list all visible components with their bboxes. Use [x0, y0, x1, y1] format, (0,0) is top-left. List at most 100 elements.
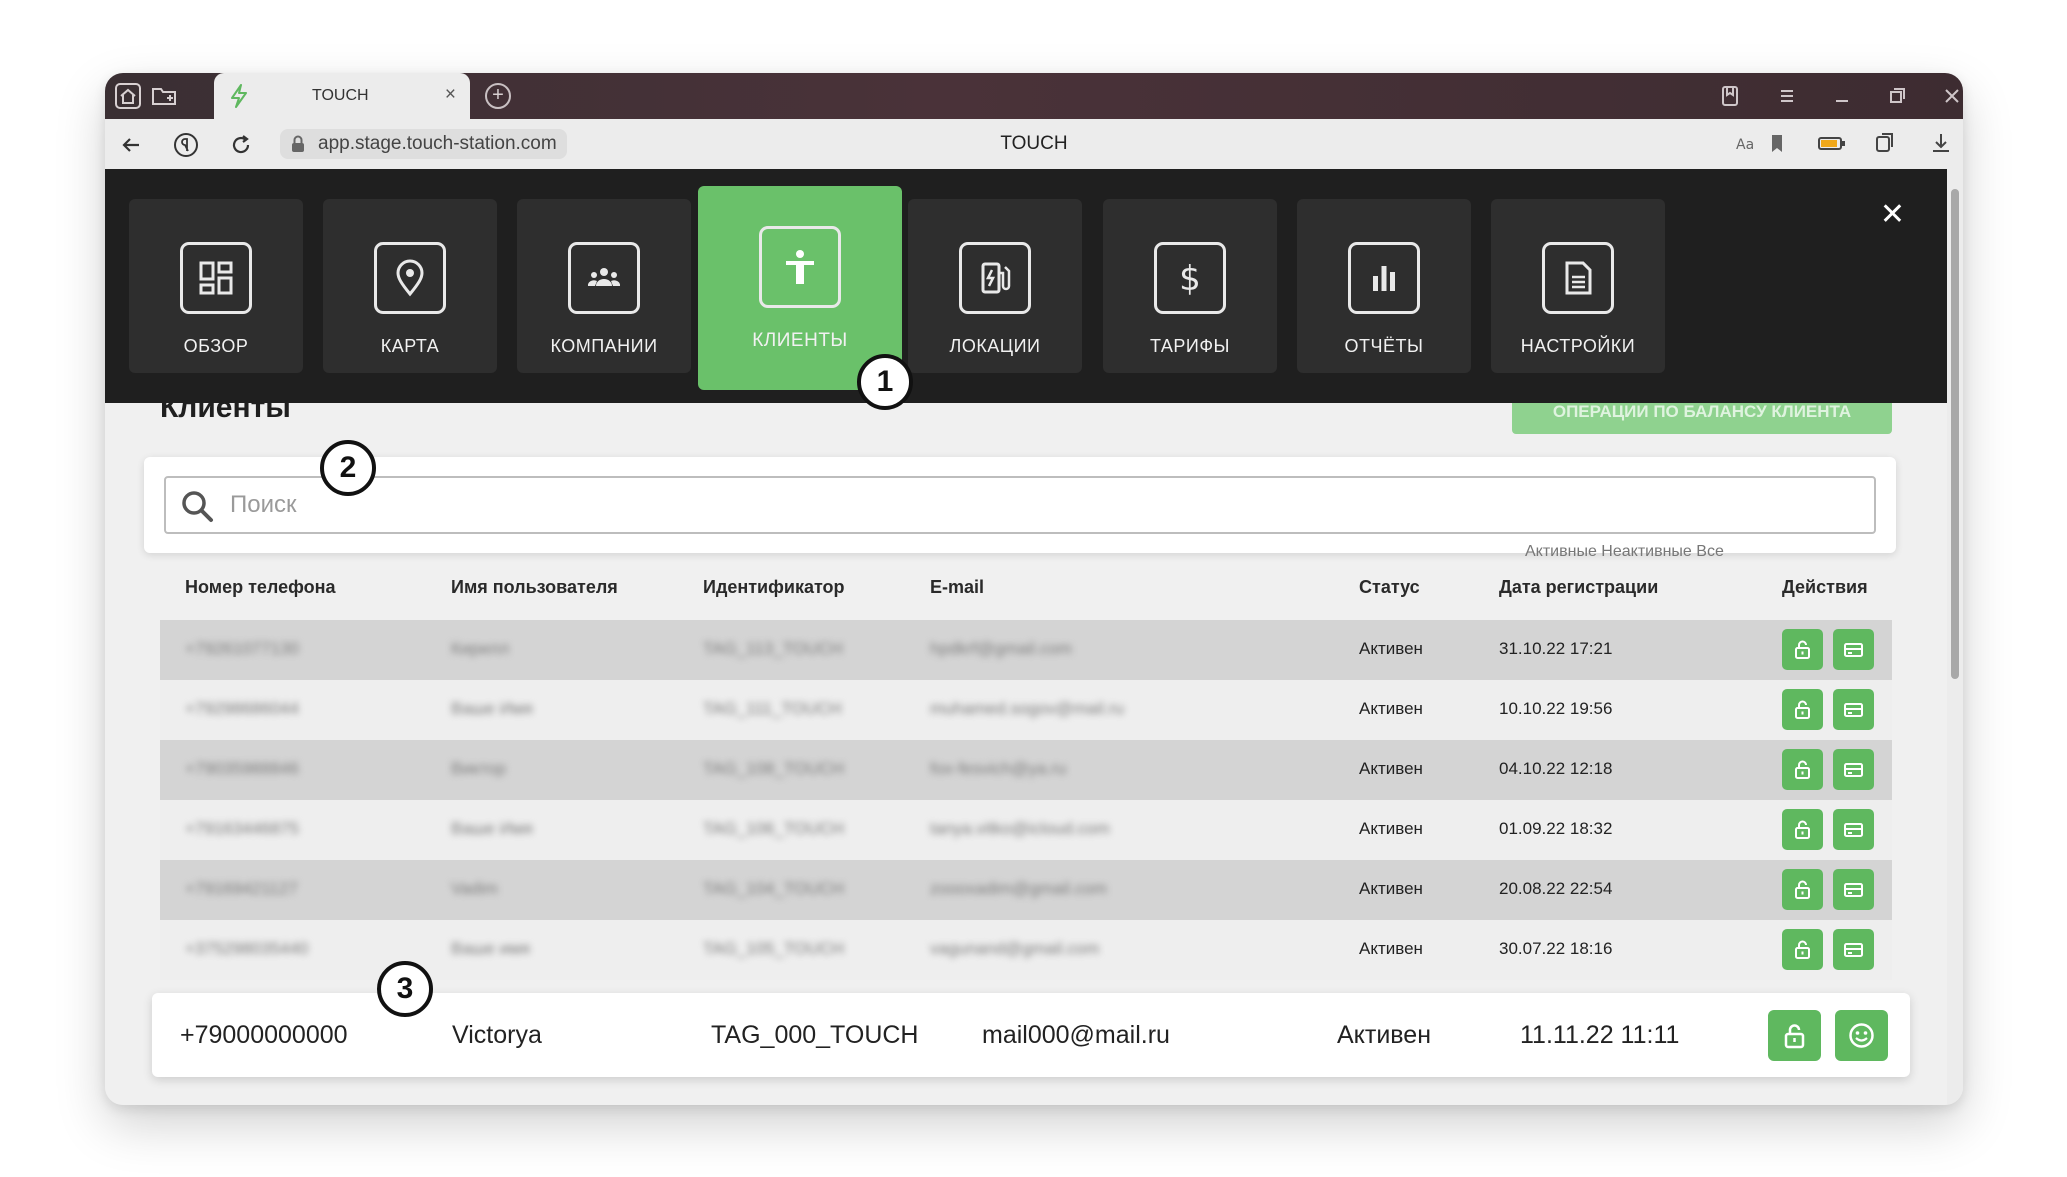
home-icon[interactable]	[113, 81, 143, 111]
cell-email: hpdkrf@gmail.com	[930, 639, 1072, 658]
cell-id: TAG_111_TOUCH	[703, 699, 842, 718]
lock-icon	[1795, 880, 1810, 899]
search-box	[164, 476, 1876, 534]
table-row[interactable]: +79169421127 Vadim TAG_104_TOUCH zoooxad…	[160, 860, 1892, 920]
scrollbar-thumb[interactable]	[1951, 189, 1959, 679]
menu-item-settings[interactable]: НАСТРОЙКИ	[1491, 199, 1665, 373]
cell-id: TAG_113_TOUCH	[703, 639, 843, 658]
cell-status: Активен	[1359, 639, 1423, 658]
cell-user: Ваше Имя	[451, 819, 533, 838]
col-status[interactable]: Статус	[1359, 577, 1420, 598]
close-menu-icon[interactable]: ✕	[1880, 197, 1905, 232]
active-tab[interactable]: TOUCH ×	[214, 73, 470, 119]
menu-item-label: ТАРИФЫ	[1150, 336, 1230, 356]
bolt-icon	[231, 84, 247, 108]
cell-status: Активен	[1359, 819, 1423, 838]
extensions-icon[interactable]	[1873, 131, 1897, 159]
cell-id: TAG_105_TOUCH	[703, 939, 845, 958]
search-panel	[144, 457, 1896, 553]
col-email[interactable]: E-mail	[930, 577, 984, 598]
balance-button[interactable]	[1833, 929, 1874, 970]
lock-button[interactable]	[1782, 689, 1823, 730]
menu-icon[interactable]	[1772, 81, 1802, 111]
address-bar: app.stage.touch-station.com TOUCH Aa	[105, 119, 1963, 169]
bar-chart-icon	[1348, 242, 1420, 314]
cell-email: fox-fesvich@ya.ru	[930, 759, 1067, 778]
download-icon[interactable]	[1929, 131, 1953, 159]
cell-email: tanya.vitko@icloud.com	[930, 819, 1110, 838]
table-row[interactable]: +79163446875 Ваше Имя TAG_106_TOUCH tany…	[160, 800, 1892, 860]
cell-id: TAG_106_TOUCH	[703, 819, 845, 838]
tab-close-icon[interactable]: ×	[445, 84, 456, 106]
lock-button[interactable]	[1768, 1010, 1821, 1061]
col-phone[interactable]: Номер телефона	[185, 577, 336, 598]
menu-item-label: ЛОКАЦИИ	[949, 336, 1041, 356]
lock-button[interactable]	[1782, 869, 1823, 910]
col-id[interactable]: Идентификатор	[703, 577, 845, 598]
lock-icon	[1784, 1024, 1805, 1049]
smile-button[interactable]	[1835, 1010, 1888, 1061]
badge-two: 2	[320, 440, 376, 496]
cell-phone: +79163446875	[185, 819, 299, 838]
col-date[interactable]: Дата регистрации	[1499, 577, 1658, 598]
map-pin-icon	[374, 242, 446, 314]
cell-id: TAG_000_TOUCH	[711, 1021, 919, 1049]
battery-icon[interactable]	[1817, 131, 1847, 159]
menu-item-tariffs[interactable]: $ ТАРИФЫ	[1103, 199, 1277, 373]
cell-email: zoooxadim@gmail.com	[930, 879, 1107, 898]
table-row[interactable]: +79261077130 Кирилл TAG_113_TOUCH hpdkrf…	[160, 620, 1892, 680]
menu-item-label: ОТЧЁТЫ	[1344, 336, 1424, 356]
menu-item-map[interactable]: КАРТА	[323, 199, 497, 373]
bookmarks-panel-icon[interactable]	[1715, 81, 1745, 111]
menu-item-locations[interactable]: ЛОКАЦИИ	[908, 199, 1082, 373]
document-icon	[1542, 242, 1614, 314]
cell-phone: +79261077130	[185, 639, 299, 658]
restore-icon[interactable]	[1882, 81, 1912, 111]
bookmark-icon[interactable]	[1765, 131, 1789, 159]
cell-status: Активен	[1337, 1021, 1432, 1049]
group-icon	[568, 242, 640, 314]
close-window-icon[interactable]	[1937, 81, 1963, 111]
search-input[interactable]	[230, 486, 1830, 524]
status-filter[interactable]: Активные Неактивные Все	[1525, 543, 1724, 563]
balance-button[interactable]	[1833, 689, 1874, 730]
minimize-icon[interactable]	[1827, 81, 1857, 111]
translate-icon[interactable]: Aa	[1735, 131, 1759, 159]
badge-three: 3	[377, 961, 433, 1017]
balance-button[interactable]	[1833, 629, 1874, 670]
card-icon	[1844, 763, 1863, 777]
menu-item-overview[interactable]: ОБЗОР	[129, 199, 303, 373]
cell-date: 01.09.22 18:32	[1499, 819, 1613, 838]
cell-email: mail000@mail.ru	[982, 1021, 1170, 1049]
card-icon	[1844, 883, 1863, 897]
new-tab-button[interactable]: +	[485, 83, 511, 109]
lock-button[interactable]	[1782, 929, 1823, 970]
dashboard-icon	[180, 242, 252, 314]
cell-phone: +79298686044	[185, 699, 299, 718]
menu-item-reports[interactable]: ОТЧЁТЫ	[1297, 199, 1471, 373]
lock-icon	[1795, 640, 1810, 659]
balance-button[interactable]	[1833, 809, 1874, 850]
cell-user: Ваше имя	[451, 939, 530, 958]
lock-button[interactable]	[1782, 629, 1823, 670]
col-user[interactable]: Имя пользователя	[451, 577, 618, 598]
cell-date: 20.08.22 22:54	[1499, 879, 1613, 898]
tab-bar: TOUCH × +	[105, 73, 1963, 119]
smile-icon	[1849, 1023, 1874, 1048]
menu-item-companies[interactable]: КОМПАНИИ	[517, 199, 691, 373]
cell-date: 04.10.22 12:18	[1499, 759, 1613, 778]
table-row[interactable]: +79035988846 Виктор TAG_108_TOUCH fox-fe…	[160, 740, 1892, 800]
lock-button[interactable]	[1782, 809, 1823, 850]
table-row[interactable]: +79298686044 Ваше Имя TAG_111_TOUCH muha…	[160, 680, 1892, 740]
browser-window: TOUCH × + app.stage.touch-station.com TO…	[105, 73, 1963, 1105]
scrollbar[interactable]	[1947, 169, 1963, 1105]
cell-user: Vadim	[451, 879, 498, 898]
balance-button[interactable]	[1833, 749, 1874, 790]
menu-item-label: ОБЗОР	[183, 336, 249, 356]
cell-phone: +79000000000	[180, 1021, 348, 1049]
lock-icon	[1795, 940, 1810, 959]
folder-plus-icon[interactable]	[149, 81, 179, 111]
balance-button[interactable]	[1833, 869, 1874, 910]
lock-button[interactable]	[1782, 749, 1823, 790]
table-body: +79261077130 Кирилл TAG_113_TOUCH hpdkrf…	[160, 620, 1892, 980]
